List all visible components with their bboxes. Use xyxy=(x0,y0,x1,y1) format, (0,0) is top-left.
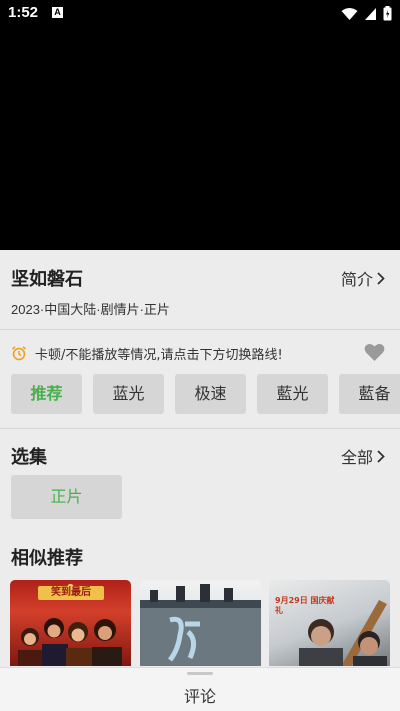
line-button-fast[interactable]: 极速 xyxy=(175,374,246,414)
notification-icon: A xyxy=(52,7,63,18)
drag-handle[interactable] xyxy=(187,672,213,675)
all-episodes-label: 全部 xyxy=(340,448,373,467)
poster-figures-image xyxy=(18,618,122,666)
divider xyxy=(0,329,400,330)
status-icons xyxy=(341,6,392,21)
similar-title: 相似推荐 xyxy=(11,548,83,569)
heart-icon[interactable] xyxy=(364,343,385,362)
intro-label: 简介 xyxy=(340,270,373,289)
title-row: 坚如磐石 简介 xyxy=(11,265,389,291)
movie-title: 坚如磐石 xyxy=(11,269,83,290)
episode-button[interactable]: 正片 xyxy=(11,475,122,519)
wifi-icon xyxy=(341,7,358,20)
line-button-bluray-2[interactable]: 藍光 xyxy=(257,374,328,414)
chevron-right-icon xyxy=(377,271,385,285)
alarm-clock-icon xyxy=(11,346,27,361)
line-button-bluray[interactable]: 蓝光 xyxy=(93,374,164,414)
poster-card[interactable] xyxy=(140,580,261,666)
notice-bar: 卡顿/不能播放等情况,请点击下方切换路线! xyxy=(11,343,389,363)
episodes-header: 选集 全部 xyxy=(11,443,389,468)
comment-label: 评论 xyxy=(183,687,216,706)
battery-icon xyxy=(383,6,392,21)
line-button-backup[interactable]: 藍备 xyxy=(339,374,400,414)
poster-card[interactable]: 9月29日 国庆献礼 xyxy=(269,580,390,666)
poster-release-text: 9月29日 国庆献礼 xyxy=(275,596,335,615)
notice-text: 卡顿/不能播放等情况,请点击下方切换路线! xyxy=(35,348,283,363)
poster-actors-image xyxy=(299,600,387,666)
poster-title: 笑到最后 xyxy=(38,586,104,600)
chevron-right-icon xyxy=(377,449,385,463)
status-time: 1:52 xyxy=(8,4,39,21)
all-episodes-button[interactable]: 全部 xyxy=(341,444,385,468)
poster-card[interactable]: ● 笑到最后 xyxy=(10,580,131,666)
line-selector: 推荐 蓝光 极速 藍光 藍备 xyxy=(11,374,400,414)
episodes-title: 选集 xyxy=(11,447,47,468)
movie-meta: 2023·中国大陆·剧情片·正片 xyxy=(11,302,170,317)
similar-posters: ● 笑到最后 9月29日 国庆献礼 xyxy=(10,580,400,666)
comment-sheet[interactable]: 评论 xyxy=(0,667,400,711)
intro-button[interactable]: 简介 xyxy=(341,266,385,290)
line-button-recommend[interactable]: 推荐 xyxy=(11,374,82,414)
status-bar: 1:52 A xyxy=(0,0,400,28)
divider xyxy=(0,428,400,429)
video-player[interactable] xyxy=(0,28,400,250)
similar-header: 相似推荐 xyxy=(11,544,389,569)
signal-icon xyxy=(365,7,376,20)
poster-wall-image xyxy=(140,584,261,666)
